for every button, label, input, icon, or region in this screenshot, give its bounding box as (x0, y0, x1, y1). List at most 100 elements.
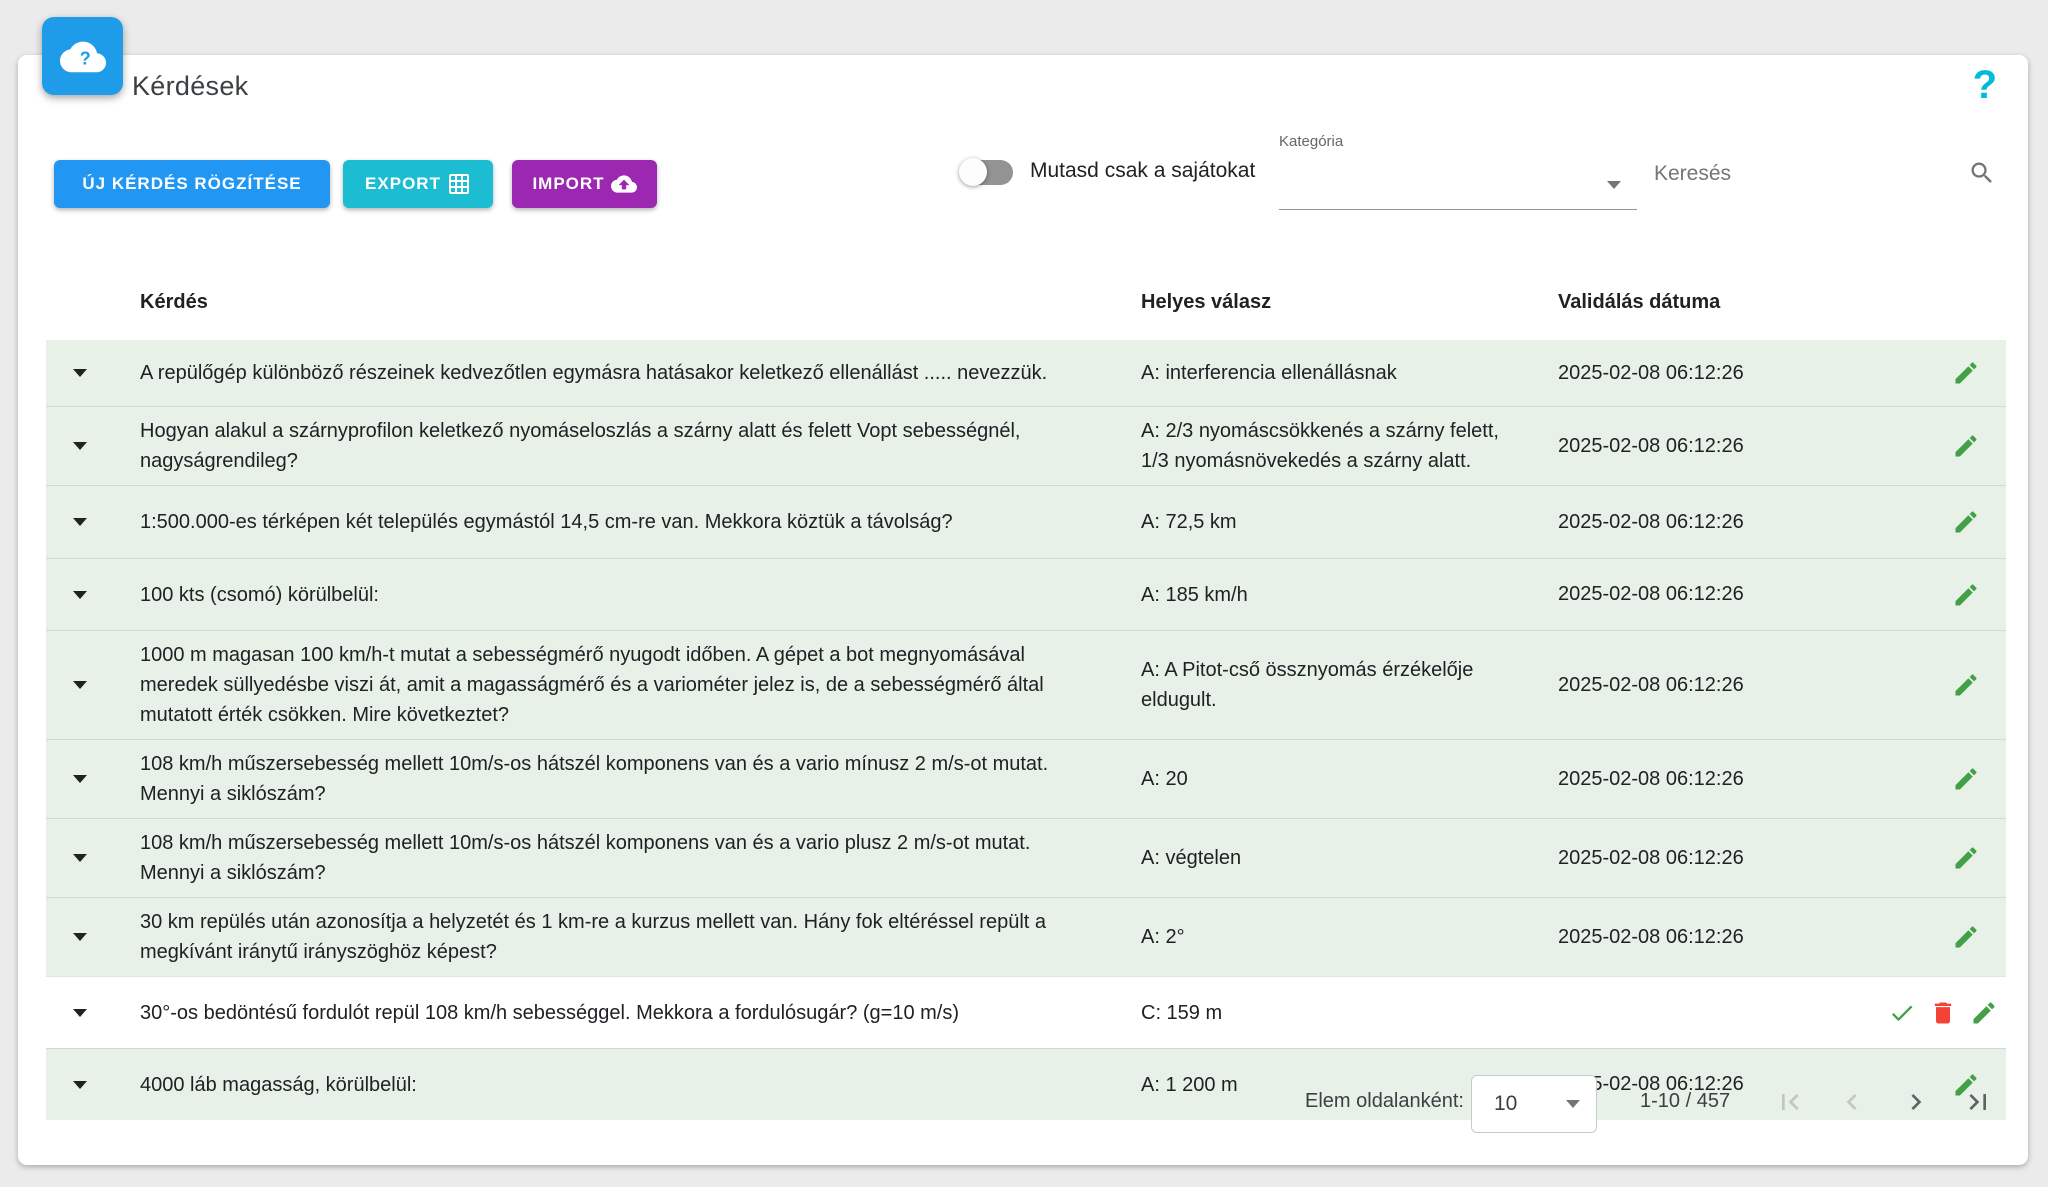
validated-date-cell: 2025-02-08 06:12:26 (1558, 674, 1888, 697)
table-row: 1000 m magasan 100 km/h-t mutat a sebess… (46, 630, 2006, 739)
row-actions (1888, 581, 2006, 609)
first-page-button[interactable] (1770, 1083, 1810, 1123)
show-own-toggle[interactable] (959, 157, 1025, 187)
show-own-toggle-label: Mutasd csak a sajátokat (1030, 159, 1255, 183)
last-page-icon (1962, 1086, 1994, 1118)
answer-cell: A: 185 km/h (1141, 571, 1558, 619)
edit-pencil-icon[interactable] (1952, 765, 1980, 793)
search-field (1652, 133, 1998, 213)
expand-row-button[interactable] (73, 681, 87, 689)
first-page-icon (1774, 1086, 1806, 1118)
row-actions (1888, 999, 2024, 1027)
expand-row-button[interactable] (73, 591, 87, 599)
validated-date-cell: 2025-02-08 06:12:26 (1558, 583, 1888, 606)
pagination-range: 1-10 / 457 (1640, 1090, 1730, 1113)
help-fab-button[interactable]: ? (42, 17, 123, 95)
category-label: Kategória (1279, 133, 1343, 150)
answer-cell: A: 2/3 nyomáscsökkenés a szárny felett, … (1141, 407, 1558, 485)
items-per-page-select[interactable]: 10 (1471, 1075, 1597, 1133)
table-row: 108 km/h műszersebesség mellett 10m/s-os… (46, 739, 2006, 818)
expand-row-button[interactable] (73, 775, 87, 783)
expand-row-button[interactable] (73, 854, 87, 862)
validated-date-cell: 2025-02-08 06:12:26 (1558, 362, 1888, 385)
check-icon[interactable] (1888, 999, 1916, 1027)
row-actions (1888, 508, 2006, 536)
table-body: A repülőgép különböző részeinek kedvezőt… (46, 340, 2006, 1120)
column-header-answer: Helyes válasz (1141, 291, 1558, 314)
edit-pencil-icon[interactable] (1952, 844, 1980, 872)
question-cell: 30 km repülés után azonosítja a helyzeté… (114, 898, 1141, 976)
row-actions (1888, 432, 2006, 460)
table-row: 30°-os bedöntésű fordulót repül 108 km/h… (46, 976, 2006, 1048)
table-row: A repülőgép különböző részeinek kedvezőt… (46, 340, 2006, 406)
last-page-button[interactable] (1958, 1083, 1998, 1123)
column-header-question: Kérdés (114, 291, 1141, 314)
validated-date-cell: 2025-02-08 06:12:26 (1558, 847, 1888, 870)
answer-cell: A: 72,5 km (1141, 498, 1558, 546)
row-actions (1888, 671, 2006, 699)
trash-icon[interactable] (1929, 999, 1957, 1027)
edit-pencil-icon[interactable] (1952, 508, 1980, 536)
validated-date-cell: 2025-02-08 06:12:26 (1558, 926, 1888, 949)
column-header-validated: Validálás dátuma (1558, 291, 1888, 314)
expand-row-button[interactable] (73, 442, 87, 450)
import-button[interactable]: IMPORT (512, 160, 657, 208)
table-row: 30 km repülés után azonosítja a helyzeté… (46, 897, 2006, 976)
cloud-upload-icon (611, 171, 637, 197)
question-cell: 1:500.000-es térképen két település egym… (114, 498, 1141, 546)
chevron-down-icon (1566, 1100, 1580, 1108)
help-icon[interactable]: ? (1973, 65, 1997, 105)
edit-pencil-icon[interactable] (1952, 432, 1980, 460)
table-row: 100 kts (csomó) körülbelül: A: 185 km/h … (46, 558, 2006, 630)
row-actions (1888, 923, 2006, 951)
category-select[interactable]: Kategória (1279, 133, 1637, 213)
table-row: 1:500.000-es térképen két település egym… (46, 485, 2006, 558)
page-title: Kérdések (132, 71, 248, 102)
answer-cell: A: A Pitot-cső össznyomás érzékelője eld… (1141, 646, 1558, 724)
expand-row-button[interactable] (73, 933, 87, 941)
edit-pencil-icon[interactable] (1952, 581, 1980, 609)
answer-cell: A: 2° (1141, 913, 1558, 961)
row-actions (1888, 765, 2006, 793)
question-cell: 100 kts (csomó) körülbelül: (114, 571, 1141, 619)
chevron-right-icon (1900, 1086, 1932, 1118)
row-actions (1888, 359, 2006, 387)
question-cell: 30°-os bedöntésű fordulót repül 108 km/h… (114, 989, 1141, 1037)
pagination-bar: Elem oldalanként: 10 1-10 / 457 (18, 1061, 2028, 1151)
question-cell: 108 km/h műszersebesség mellett 10m/s-os… (114, 740, 1141, 818)
chevron-down-icon (1607, 181, 1621, 189)
chevron-left-icon (1836, 1086, 1868, 1118)
table-header: Kérdés Helyes válasz Validálás dátuma (46, 265, 2006, 340)
answer-cell: C: 159 m (1141, 989, 1558, 1037)
questions-table: Kérdés Helyes válasz Validálás dátuma A … (46, 265, 2006, 1120)
answer-cell: A: interferencia ellenállásnak (1141, 349, 1558, 397)
expand-row-button[interactable] (73, 1009, 87, 1017)
validated-date-cell: 2025-02-08 06:12:26 (1558, 435, 1888, 458)
table-row: 108 km/h műszersebesség mellett 10m/s-os… (46, 818, 2006, 897)
export-button[interactable]: EXPORT (343, 160, 493, 208)
next-page-button[interactable] (1896, 1083, 1936, 1123)
answer-cell: A: 20 (1141, 755, 1558, 803)
validated-date-cell: 2025-02-08 06:12:26 (1558, 768, 1888, 791)
expand-row-button[interactable] (73, 518, 87, 526)
search-input[interactable] (1652, 161, 1956, 187)
expand-row-button[interactable] (73, 369, 87, 377)
edit-pencil-icon[interactable] (1952, 359, 1980, 387)
excel-grid-icon (447, 172, 471, 196)
validated-date-cell: 2025-02-08 06:12:26 (1558, 511, 1888, 534)
question-cell: 1000 m magasan 100 km/h-t mutat a sebess… (114, 631, 1141, 739)
question-cell: Hogyan alakul a szárnyprofilon keletkező… (114, 407, 1141, 485)
question-cell: 108 km/h műszersebesség mellett 10m/s-os… (114, 819, 1141, 897)
search-icon[interactable] (1968, 159, 1996, 192)
edit-pencil-icon[interactable] (1952, 671, 1980, 699)
questions-card: Kérdések ? ÚJ KÉRDÉS RÖGZÍTÉSE EXPORT IM… (18, 55, 2028, 1165)
cloud-question-icon: ? (60, 39, 106, 73)
new-question-button[interactable]: ÚJ KÉRDÉS RÖGZÍTÉSE (54, 160, 330, 208)
table-row: Hogyan alakul a szárnyprofilon keletkező… (46, 406, 2006, 485)
items-per-page-label: Elem oldalanként: (1305, 1090, 1464, 1113)
previous-page-button[interactable] (1832, 1083, 1872, 1123)
edit-pencil-icon[interactable] (1970, 999, 1998, 1027)
question-cell: A repülőgép különböző részeinek kedvezőt… (114, 349, 1141, 397)
row-actions (1888, 844, 2006, 872)
edit-pencil-icon[interactable] (1952, 923, 1980, 951)
